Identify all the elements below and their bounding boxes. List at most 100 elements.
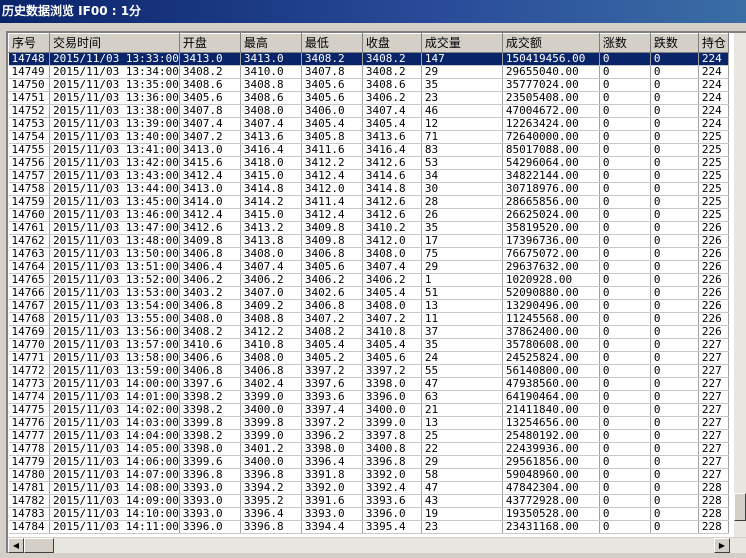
table-cell: 3406.8 [179,247,241,261]
table-row[interactable]: 14750 2015/11/03 13:35:00 3408.6 3408.8 3405… [8,78,729,92]
table-row[interactable]: 14748 2015/11/03 13:33:00 3413.0 3413.0 3408… [8,52,729,66]
table-row[interactable]: 14781 2015/11/03 14:08:00 3393.0 3394.2 3392… [8,481,729,495]
table-row[interactable]: 14749 2015/11/03 13:34:00 3408.2 3410.0 3407… [8,65,729,79]
table-cell: 0 [599,455,651,469]
table-cell: 226 [698,325,729,339]
column-header[interactable]: 序号 [8,33,50,53]
table-cell: 3412.4 [301,169,363,183]
column-header[interactable]: 交易时间 [49,33,180,53]
table-cell: 0 [650,273,699,287]
table-row[interactable]: 14768 2015/11/03 13:55:00 3408.0 3408.8 3407… [8,312,729,326]
table-row[interactable]: 14782 2015/11/03 14:09:00 3393.0 3395.2 3391… [8,494,729,508]
column-header[interactable]: 涨数 [598,33,651,53]
table-cell: 0 [650,494,699,508]
table-cell: 3406.8 [179,364,241,378]
table-cell: 3412.6 [362,208,422,222]
table-row[interactable]: 14766 2015/11/03 13:53:00 3403.2 3407.0 3402… [8,286,729,300]
table-cell: 47842304.00 [502,481,600,495]
table-row[interactable]: 14784 2015/11/03 14:11:00 3396.0 3396.8 3394… [8,520,729,534]
table-cell: 14763 [8,247,50,261]
table-row[interactable]: 14779 2015/11/03 14:06:00 3399.6 3400.0 3396… [8,455,729,469]
table-cell: 3409.2 [240,299,302,313]
table-cell: 224 [698,91,729,105]
table-cell: 14761 [8,221,50,235]
column-header[interactable]: 跌数 [649,33,699,53]
table-row[interactable]: 14764 2015/11/03 13:51:00 3406.4 3407.4 3405… [8,260,729,274]
table-cell: 30 [421,182,503,196]
table-cell: 0 [650,260,699,274]
table-row[interactable]: 14751 2015/11/03 13:36:00 3405.6 3408.6 3405… [8,91,729,105]
table-cell: 227 [698,468,729,482]
column-header[interactable]: 最高 [239,33,302,53]
table-row[interactable]: 14754 2015/11/03 13:40:00 3407.2 3413.6 3405… [8,130,729,144]
table-cell: 0 [599,78,651,92]
scroll-right-button[interactable]: ▶ [714,538,730,553]
table-cell: 3396.4 [301,455,363,469]
table-cell: 3400.0 [240,403,302,417]
triangle-left-icon: ◀ [12,541,20,550]
table-cell: 0 [599,494,651,508]
table-cell: 25480192.00 [502,429,600,443]
table-row[interactable]: 14772 2015/11/03 13:59:00 3406.8 3406.8 3397… [8,364,729,378]
table-row[interactable]: 14761 2015/11/03 13:47:00 3412.6 3413.2 3409… [8,221,729,235]
table-cell: 0 [599,377,651,391]
scroll-left-button[interactable]: ◀ [8,538,24,553]
column-header[interactable]: 持仓 [697,33,729,53]
history-data-grid[interactable]: 序号 交易时间 开盘 最高 最低 收盘 成交量 成交额 涨数 跌数 持仓 14748 2015/11/… [8,33,746,537]
table-row[interactable]: 14752 2015/11/03 13:38:00 3407.8 3408.0 3406… [8,104,729,118]
table-row[interactable]: 14753 2015/11/03 13:39:00 3407.4 3407.4 3405… [8,117,729,131]
table-cell: 1 [421,273,503,287]
column-header[interactable]: 成交额 [501,33,600,53]
horizontal-scroll-thumb[interactable] [24,538,54,553]
table-cell: 225 [698,156,729,170]
table-row[interactable]: 14769 2015/11/03 13:56:00 3408.2 3412.2 3408… [8,325,729,339]
table-row[interactable]: 14765 2015/11/03 13:52:00 3406.2 3406.2 3406… [8,273,729,287]
table-header-row: 序号 交易时间 开盘 最高 最低 收盘 成交量 成交额 涨数 跌数 持仓 [8,33,729,53]
table-cell: 3391.6 [301,494,363,508]
table-cell: 3407.4 [179,117,241,131]
table-cell: 227 [698,364,729,378]
table-row[interactable]: 14771 2015/11/03 13:58:00 3406.6 3408.0 3405… [8,351,729,365]
column-header[interactable]: 收盘 [361,33,422,53]
table-row[interactable]: 14774 2015/11/03 14:01:00 3398.2 3399.0 3393… [8,390,729,404]
horizontal-scrollbar[interactable]: ◀ ▶ [8,537,746,553]
table-row[interactable]: 14783 2015/11/03 14:10:00 3393.0 3396.4 3393… [8,507,729,521]
table-cell: 71 [421,130,503,144]
table-cell: 3393.6 [301,390,363,404]
table-cell: 51 [421,286,503,300]
table-cell: 14771 [8,351,50,365]
column-header[interactable]: 最低 [300,33,363,53]
table-row[interactable]: 14759 2015/11/03 13:45:00 3414.0 3414.2 3411… [8,195,729,209]
table-row[interactable]: 14760 2015/11/03 13:46:00 3412.4 3415.0 3412… [8,208,729,222]
table-cell: 0 [650,234,699,248]
table-row[interactable]: 14763 2015/11/03 13:50:00 3406.8 3408.0 3406… [8,247,729,261]
table-cell: 227 [698,429,729,443]
table-row[interactable]: 14773 2015/11/03 14:00:00 3397.6 3402.4 3397… [8,377,729,391]
table-row[interactable]: 14778 2015/11/03 14:05:00 3398.0 3401.2 3398… [8,442,729,456]
table-row[interactable]: 14757 2015/11/03 13:43:00 3412.4 3415.0 3412… [8,169,729,183]
table-row[interactable]: 14780 2015/11/03 14:07:00 3396.8 3396.8 3391… [8,468,729,482]
table-cell: 3396.8 [179,468,241,482]
table-cell: 3397.6 [179,377,241,391]
table-cell: 3405.4 [362,117,422,131]
column-header[interactable]: 开盘 [178,33,241,53]
table-cell: 2015/11/03 14:08:00 [49,481,180,495]
table-cell: 0 [650,507,699,521]
vertical-scroll-thumb[interactable] [734,493,746,521]
table-cell: 26625024.00 [502,208,600,222]
column-header[interactable]: 成交量 [420,33,503,53]
vertical-scrollbar[interactable] [734,33,746,537]
table-cell: 34822144.00 [502,169,600,183]
table-cell: 29 [421,260,503,274]
table-row[interactable]: 14756 2015/11/03 13:42:00 3415.6 3418.0 3412… [8,156,729,170]
table-row[interactable]: 14777 2015/11/03 14:04:00 3398.2 3399.0 3396… [8,429,729,443]
table-row[interactable]: 14755 2015/11/03 13:41:00 3413.0 3416.4 3411… [8,143,729,157]
table-row[interactable]: 14776 2015/11/03 14:03:00 3399.8 3399.8 3397… [8,416,729,430]
table-row[interactable]: 14758 2015/11/03 13:44:00 3413.0 3414.8 3412… [8,182,729,196]
table-row[interactable]: 14767 2015/11/03 13:54:00 3406.8 3409.2 3406… [8,299,729,313]
table-row[interactable]: 14775 2015/11/03 14:02:00 3398.2 3400.0 3397… [8,403,729,417]
table-cell: 23505408.00 [502,91,600,105]
table-cell: 3400.8 [362,442,422,456]
table-row[interactable]: 14770 2015/11/03 13:57:00 3410.6 3410.8 3405… [8,338,729,352]
table-row[interactable]: 14762 2015/11/03 13:48:00 3409.8 3413.8 3409… [8,234,729,248]
